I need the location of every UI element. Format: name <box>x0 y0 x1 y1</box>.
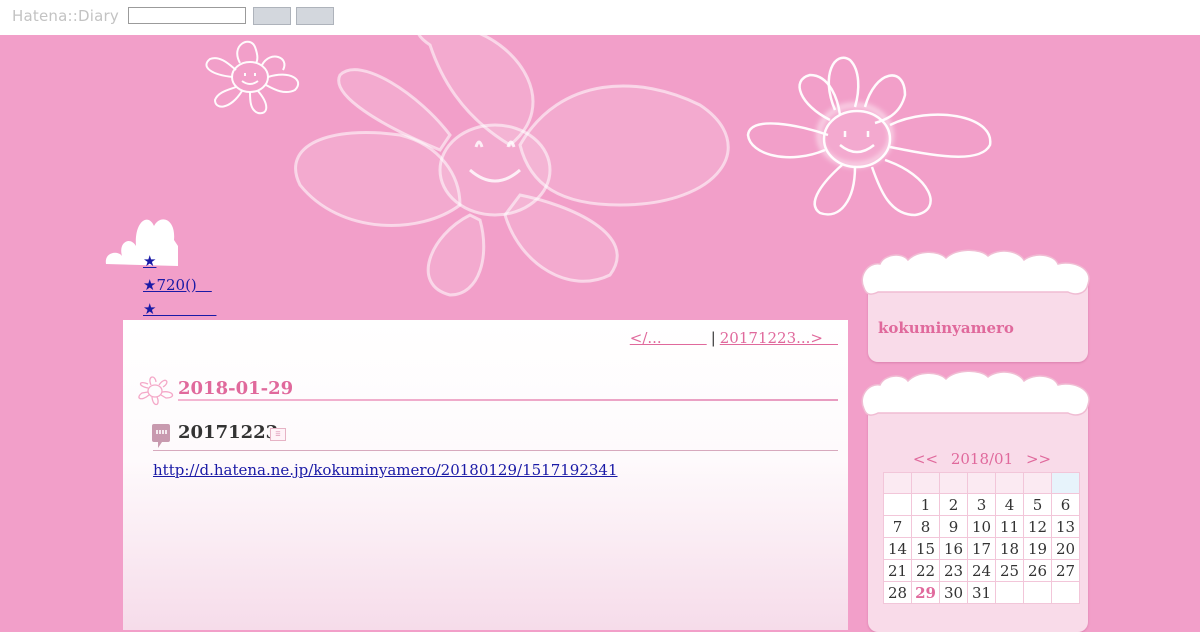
entry-divider <box>153 450 838 451</box>
calendar-day: 8 <box>911 515 940 538</box>
calendar-day-link[interactable]: 29 <box>911 581 940 604</box>
calendar-day: 12 <box>1023 515 1052 538</box>
calendar-day: 19 <box>1023 537 1052 560</box>
calendar-day: 5 <box>1023 493 1052 516</box>
weekday-header <box>939 472 968 494</box>
calendar-day: 7 <box>883 515 912 538</box>
calendar-day: 28 <box>883 581 912 604</box>
small-flower-decoration <box>205 40 300 115</box>
calendar-day: 10 <box>967 515 996 538</box>
calendar-week: 28 29 30 31 <box>883 581 1080 604</box>
calendar-day: 27 <box>1051 559 1080 582</box>
calendar-day: 18 <box>995 537 1024 560</box>
calendar-day: 31 <box>967 581 996 604</box>
calendar-day: 13 <box>1051 515 1080 538</box>
calendar-day: 9 <box>939 515 968 538</box>
search-button[interactable] <box>253 7 291 25</box>
weekday-header <box>995 472 1024 494</box>
main-content: </... | 20171223...> 2018-01-29 20171223 … <box>123 320 848 630</box>
calendar-day: 16 <box>939 537 968 560</box>
weekday-header <box>1051 472 1080 494</box>
calendar-day: 20 <box>1051 537 1080 560</box>
calendar-day: 26 <box>1023 559 1052 582</box>
calendar-week: 7 8 9 10 11 12 13 <box>883 515 1080 538</box>
calendar-day <box>995 581 1024 604</box>
calendar-day <box>1023 581 1052 604</box>
calendar-day: 30 <box>939 581 968 604</box>
calendar-day: 24 <box>967 559 996 582</box>
cloud-header-decoration <box>861 249 1090 295</box>
calendar-week: 21 22 23 24 25 26 27 <box>883 559 1080 582</box>
weekday-header <box>967 472 996 494</box>
calendar-day: 2 <box>939 493 968 516</box>
hatena-diary-logo[interactable]: Hatena::Diary <box>12 7 119 25</box>
entry-pager: </... | 20171223...> <box>630 327 838 348</box>
calendar-day: 4 <box>995 493 1024 516</box>
star-link[interactable]: ★ <box>143 297 216 321</box>
bookmark-icon[interactable]: ☰ <box>270 428 286 441</box>
day-date-link[interactable]: 2018-01-29 <box>178 378 293 399</box>
calendar-day: 14 <box>883 537 912 560</box>
calendar-day: 17 <box>967 537 996 560</box>
calendar-day: 3 <box>967 493 996 516</box>
entry-title: 20171223 <box>178 422 279 443</box>
next-month-link[interactable]: >> <box>1026 450 1051 468</box>
calendar-day: 6 <box>1051 493 1080 516</box>
calendar-nav: << 2018/01 >> <box>883 450 1081 468</box>
calendar-day: 1 <box>911 493 940 516</box>
big-flower-decoration <box>294 35 730 297</box>
top-bar: Hatena::Diary <box>0 0 1200 35</box>
calendar-day: 21 <box>883 559 912 582</box>
next-entry-link[interactable]: 20171223...> <box>720 329 838 347</box>
calendar-day: 15 <box>911 537 940 560</box>
calendar-weekday-row <box>883 472 1080 494</box>
star-links: ★ ★720() ★ <box>143 249 216 321</box>
calendar-day: 11 <box>995 515 1024 538</box>
diary-search-button[interactable] <box>296 7 334 25</box>
calendar-day <box>883 493 912 516</box>
weekday-header <box>911 472 940 494</box>
entry-permalink[interactable]: http://d.hatena.ne.jp/kokuminyamero/2018… <box>153 461 618 479</box>
day-divider <box>178 399 838 401</box>
flower-icon <box>138 376 174 406</box>
diary-user-name[interactable]: kokuminyamero <box>878 319 1014 337</box>
calendar-week: 1 2 3 4 5 6 <box>883 493 1080 516</box>
calendar-day <box>1051 581 1080 604</box>
calendar-table: 1 2 3 4 5 6 7 8 9 10 11 12 13 14 15 16 1… <box>883 472 1080 604</box>
star-link[interactable]: ★ <box>143 249 216 273</box>
calendar-day: 23 <box>939 559 968 582</box>
calendar-month-link[interactable]: 2018/01 <box>951 450 1013 468</box>
weekday-header <box>883 472 912 494</box>
speech-bubble-icon <box>152 424 170 448</box>
pager-separator: | <box>710 329 716 347</box>
prev-entry-link[interactable]: </... <box>630 329 707 347</box>
calendar-day: 25 <box>995 559 1024 582</box>
star-count-link[interactable]: ★720() <box>143 273 216 297</box>
calendar-week: 14 15 16 17 18 19 20 <box>883 537 1080 560</box>
weekday-header <box>1023 472 1052 494</box>
cloud-header-decoration <box>861 370 1090 416</box>
search-input[interactable] <box>128 7 246 24</box>
prev-month-link[interactable]: << <box>913 450 938 468</box>
calendar-day: 22 <box>911 559 940 582</box>
